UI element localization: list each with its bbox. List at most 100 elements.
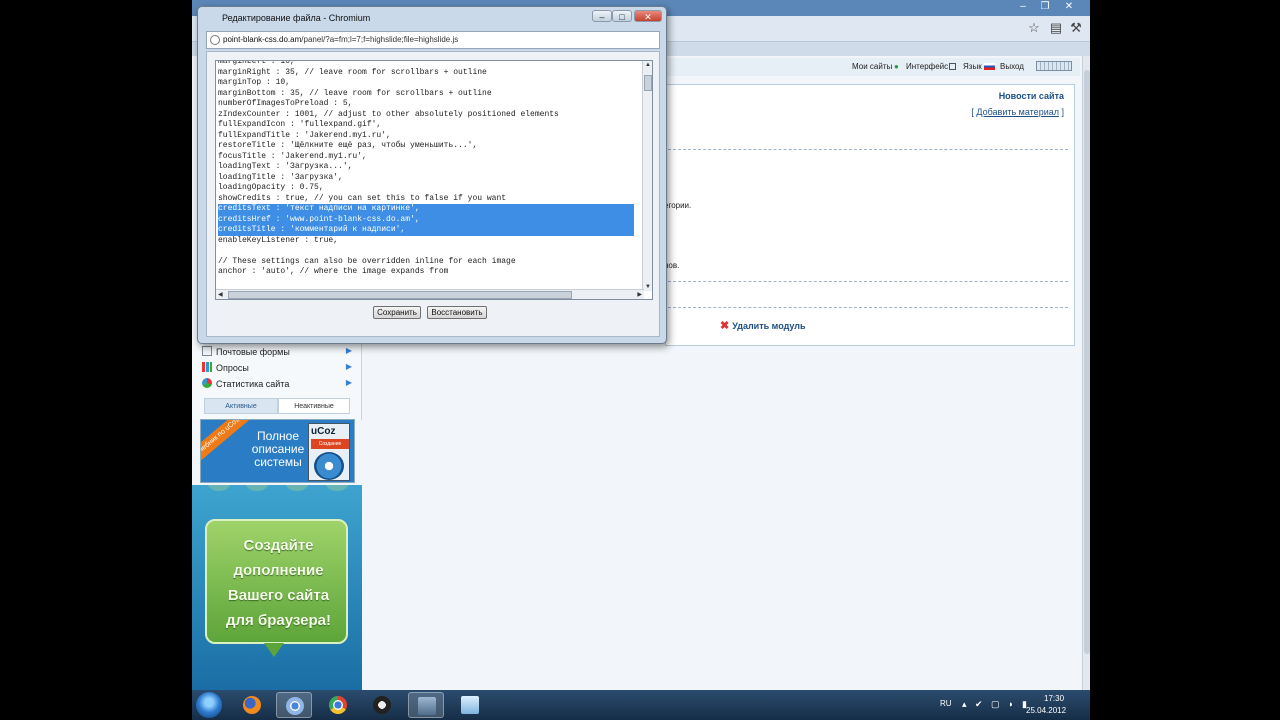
menu-item-mail-forms[interactable]: Почтовые формы ▶ (202, 346, 352, 357)
banner-ribbon: Учебник по uCoz (201, 420, 250, 465)
firefox-app-button[interactable] (234, 692, 270, 718)
chrome-app-button[interactable] (320, 692, 356, 718)
dialog-body: marginLeft : 10, marginRight : 35, // lea… (206, 51, 660, 337)
delete-module-label[interactable]: Удалить модуль (732, 321, 805, 331)
app-b-button[interactable] (408, 692, 444, 718)
scroll-right-icon[interactable]: ▶ (637, 291, 642, 298)
statistics-icon (202, 378, 212, 388)
decor-dot (326, 485, 348, 491)
width-slider[interactable] (1036, 61, 1072, 71)
code-line[interactable]: creditsTitle : 'комментарий к надписи', (218, 225, 634, 236)
interface-link[interactable]: Интерфейс (906, 62, 948, 71)
interface-checkbox-icon[interactable] (949, 63, 956, 70)
address-bar[interactable]: point-blank-css.do.am/panel/?a=fm;l=7;f=… (206, 31, 660, 49)
url-path: /panel/?a=fm;l=7;f=highslide;file=highsl… (301, 35, 459, 44)
page-scrollbar[interactable] (1082, 56, 1090, 692)
my-sites-link[interactable]: Мои сайты (852, 62, 892, 71)
code-line[interactable]: marginTop : 10, (218, 78, 638, 89)
news-module: Новости сайта [ Добавить материал ] егор… (664, 84, 1075, 346)
scroll-down-icon[interactable]: ▼ (645, 284, 651, 290)
ucoz-subtitle: Создание сайтов (311, 439, 349, 457)
language-link[interactable]: Язык (963, 62, 982, 71)
logout-link[interactable]: Выход (1000, 62, 1024, 71)
code-line[interactable]: showCredits : true, // you can set this … (218, 194, 638, 205)
menu-tabs: Активные Неактивные (204, 398, 350, 414)
code-line[interactable]: fullExpandIcon : 'fullexpand.gif', (218, 120, 638, 131)
code-line[interactable]: marginRight : 35, // leave room for scro… (218, 68, 638, 79)
code-line[interactable]: marginLeft : 10, (218, 61, 638, 68)
code-line[interactable]: marginBottom : 35, // leave room for scr… (218, 89, 638, 100)
addon-line: Вашего сайта (227, 587, 330, 604)
notepad-app-button[interactable] (452, 692, 488, 718)
close-icon[interactable]: ✕ (634, 10, 662, 22)
maximize-icon[interactable]: ❐ (1034, 0, 1056, 14)
bookmark-star-icon[interactable]: ☆ (1026, 20, 1042, 36)
browser-addon-banner[interactable]: Создайте дополнение Вашего сайта для бра… (192, 485, 362, 690)
tab-active[interactable]: Активные (204, 398, 278, 414)
edit-file-dialog: Редактирование файла - Chromium – □ ✕ po… (197, 6, 667, 344)
decor-dot (286, 485, 308, 491)
notepad-icon (461, 696, 479, 714)
scroll-up-icon[interactable]: ▲ (645, 62, 651, 68)
polls-icon (202, 362, 212, 372)
chevron-right-icon: ▶ (345, 378, 352, 387)
code-editor[interactable]: marginLeft : 10, marginRight : 35, // lea… (215, 60, 653, 300)
code-line[interactable]: focusTitle : 'Jakerend.my1.ru', (218, 152, 638, 163)
code-line[interactable]: fullExpandTitle : 'Jakerend.my1.ru', (218, 131, 638, 142)
code-line[interactable]: loadingOpacity : 0.75, (218, 183, 638, 194)
minimize-icon[interactable]: – (1012, 0, 1034, 14)
addon-line: для браузера! (226, 612, 331, 629)
code-line[interactable]: creditsHref : 'www.point-blank-css.do.am… (218, 214, 634, 225)
mail-forms-icon (202, 346, 212, 356)
tab-inactive[interactable]: Неактивные (278, 398, 350, 414)
delete-module-button[interactable]: ✖ Удалить модуль (720, 319, 806, 332)
scrollbar-thumb[interactable] (1084, 70, 1090, 654)
banner-text: Полное описание системы (251, 429, 305, 469)
ucoz-manual-banner[interactable]: Учебник по uCoz Полное описание системы … (200, 419, 355, 483)
start-button[interactable] (196, 692, 222, 718)
app-a-button[interactable] (364, 692, 400, 718)
chromium-app-button[interactable] (276, 692, 312, 718)
tray-icons[interactable]: ▴ ✔ ▢ ◗ ▮ (962, 699, 1030, 710)
code-line[interactable]: zIndexCounter : 1001, // adjust to other… (218, 110, 638, 121)
add-material-link[interactable]: [ Добавить материал ] (971, 107, 1064, 117)
scrollbar-thumb[interactable] (228, 291, 572, 299)
code-line[interactable]: creditsText : 'текст надписи на картинке… (218, 204, 634, 215)
editor-vertical-scrollbar[interactable]: ▲ ▼ (642, 61, 652, 291)
russian-flag-icon[interactable] (984, 63, 995, 70)
addon-text: Создайте дополнение Вашего сайта для бра… (207, 533, 350, 633)
code-line[interactable]: enableKeyListener : true, (218, 236, 638, 247)
code-line[interactable] (218, 246, 638, 257)
dialog-title: Редактирование файла - Chromium (222, 13, 371, 23)
menu-item-polls[interactable]: Опросы ▶ (202, 362, 352, 373)
globe-icon: ● (894, 62, 899, 71)
wrench-icon[interactable]: ⚒ (1068, 20, 1084, 36)
language-indicator[interactable]: RU (940, 699, 952, 708)
clock-time[interactable]: 17:30 (1044, 694, 1064, 703)
addon-line: дополнение (233, 562, 324, 579)
save-button[interactable]: Сохранить (373, 306, 421, 319)
code-line[interactable]: // These settings can also be overridden… (218, 257, 638, 268)
restore-button[interactable]: Восстановить (427, 306, 487, 319)
clock-date[interactable]: 25.04.2012 (1026, 706, 1066, 715)
menu-item-statistics[interactable]: Статистика сайта ▶ (202, 378, 352, 389)
code-line[interactable]: restoreTitle : 'Щёлкните ещё раз, чтобы … (218, 141, 638, 152)
code-text[interactable]: marginLeft : 10, marginRight : 35, // lea… (218, 61, 638, 278)
code-line[interactable]: loadingTitle : 'Загрузка', (218, 173, 638, 184)
close-icon[interactable]: ✕ (1058, 0, 1080, 14)
add-material-label[interactable]: Добавить материал (976, 107, 1059, 117)
divider (668, 307, 1068, 308)
menu-item-label: Почтовые формы (216, 347, 290, 357)
maximize-icon[interactable]: □ (612, 10, 632, 22)
code-line[interactable]: anchor : 'auto', // where the image expa… (218, 267, 638, 278)
firefox-icon (243, 696, 261, 714)
code-line[interactable]: loadingText : 'Загрузка...', (218, 162, 638, 173)
editor-horizontal-scrollbar[interactable]: ◀ ▶ (216, 289, 644, 299)
code-line[interactable]: numberOfImagesToPreload : 5, (218, 99, 638, 110)
page-menu-icon[interactable]: ▤ (1048, 20, 1064, 36)
scrollbar-thumb[interactable] (644, 75, 652, 91)
chevron-right-icon: ▶ (345, 346, 352, 355)
minimize-icon[interactable]: – (592, 10, 612, 22)
divider (668, 149, 1068, 150)
scroll-left-icon[interactable]: ◀ (218, 291, 223, 298)
